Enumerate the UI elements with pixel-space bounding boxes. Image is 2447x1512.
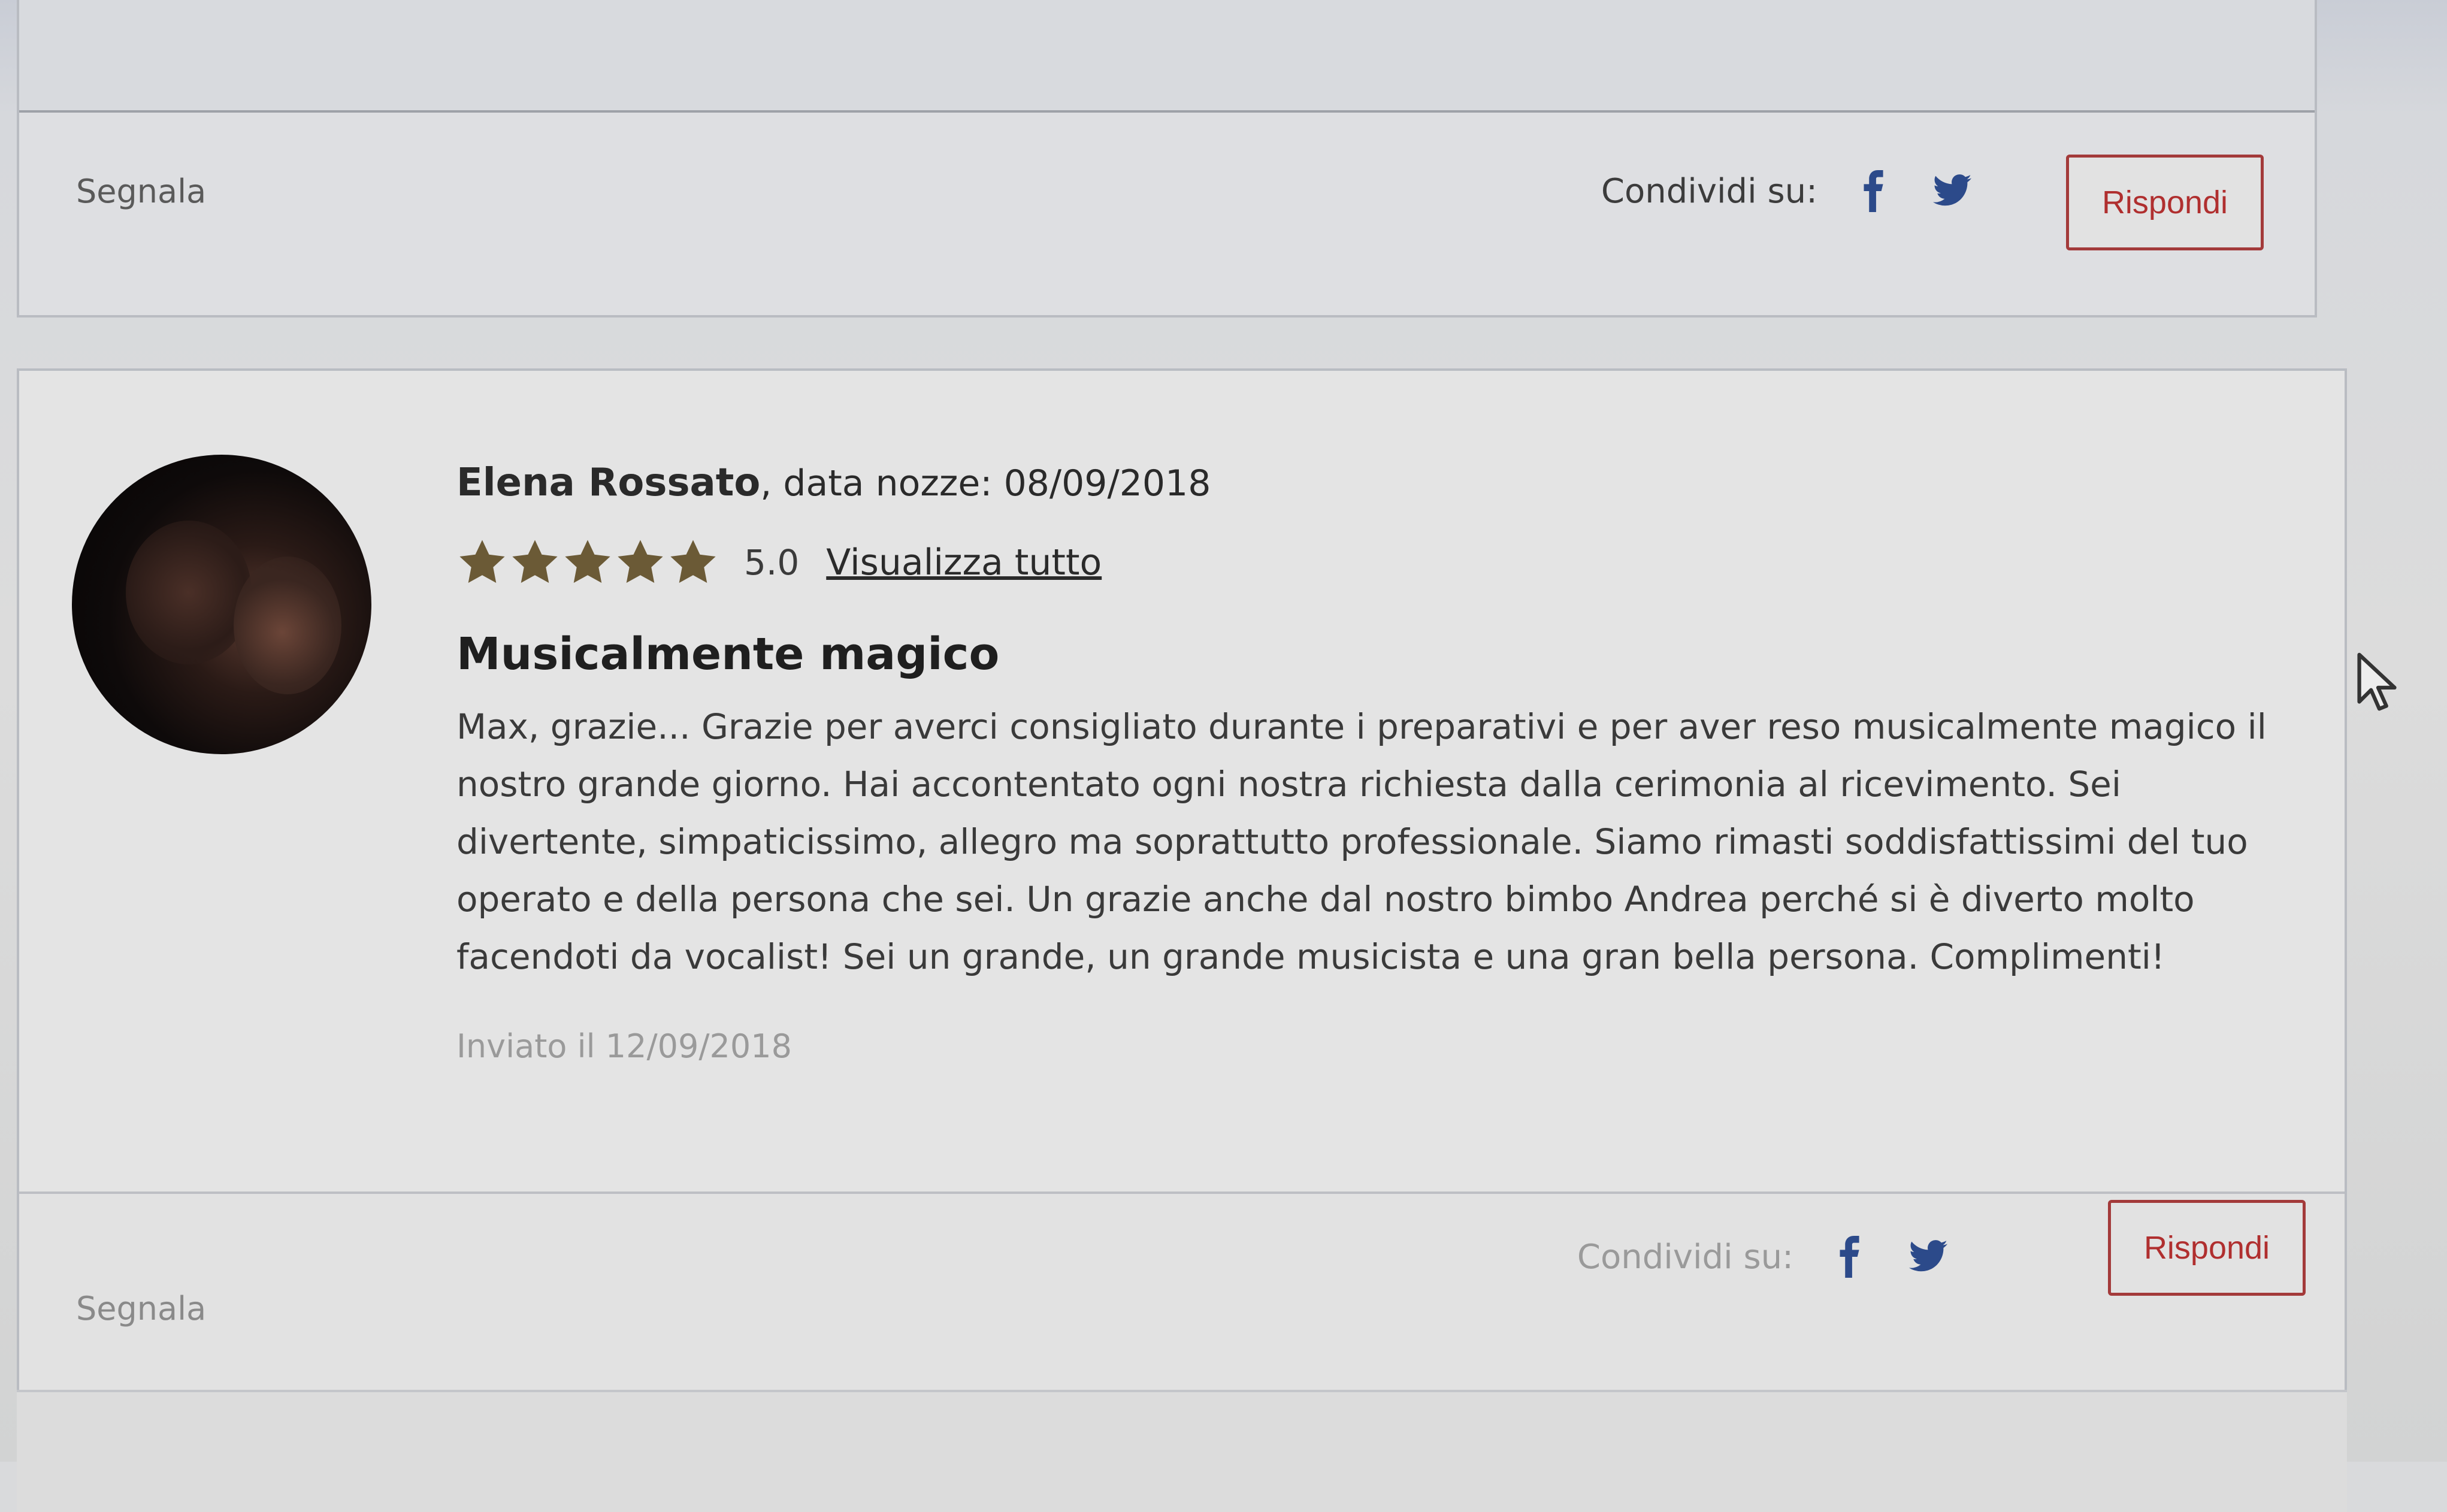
next-review-card (17, 1390, 2347, 1512)
star-icon (618, 540, 663, 583)
reply-button[interactable]: Rispondi (2108, 1200, 2306, 1296)
review-author: Elena Rossato (456, 461, 761, 505)
previous-review-card: Segnala Condividi su: Rispondi (17, 0, 2317, 317)
mouse-cursor-icon (2357, 652, 2397, 711)
star-icon (565, 540, 610, 583)
rating-line: 5.0 Visualizza tutto (456, 533, 2283, 592)
review-footer: Segnala Condividi su: Rispondi (19, 1192, 2345, 1408)
facebook-icon[interactable] (1853, 170, 1895, 212)
star-icon (670, 540, 716, 583)
report-link[interactable]: Segnala (76, 173, 206, 210)
facebook-icon[interactable] (1829, 1236, 1871, 1278)
avatar-photo-face (126, 521, 252, 664)
avatar-photo-face (234, 557, 341, 694)
share-label: Condividi su: (1577, 1237, 1793, 1277)
avatar (72, 455, 371, 754)
star-icon (459, 540, 505, 583)
review-text: Max, grazie... Grazie per averci consigl… (456, 706, 2267, 977)
share-label: Condividi su: (1601, 171, 1817, 211)
review-card: Elena Rossato , data nozze: 08/09/2018 5… (17, 368, 2347, 1411)
review-title: Musicalmente magico (456, 628, 1000, 680)
previous-review-footer: Segnala Condividi su: Rispondi (19, 113, 2315, 315)
twitter-icon[interactable] (1907, 1236, 1949, 1278)
page: Segnala Condividi su: Rispondi Elena Ros… (0, 0, 2447, 1512)
rating-value: 5.0 (744, 542, 800, 583)
star-icon (512, 540, 558, 583)
star-rating (456, 537, 720, 588)
view-all-link[interactable]: Visualizza tutto (826, 542, 1102, 583)
share-bar: Condividi su: (1577, 1236, 1985, 1278)
twitter-icon[interactable] (1931, 170, 1973, 212)
share-bar: Condividi su: (1601, 170, 2009, 212)
report-link[interactable]: Segnala (76, 1290, 206, 1327)
reply-button[interactable]: Rispondi (2066, 155, 2264, 250)
previous-review-body (19, 0, 2315, 113)
review-content: Elena Rossato , data nozze: 08/09/2018 5… (456, 461, 2283, 1065)
review-sent-date: Inviato il 12/09/2018 (456, 1027, 792, 1065)
review-author-line: Elena Rossato , data nozze: 08/09/2018 (456, 461, 2283, 515)
wedding-date: , data nozze: 08/09/2018 (760, 462, 1211, 504)
